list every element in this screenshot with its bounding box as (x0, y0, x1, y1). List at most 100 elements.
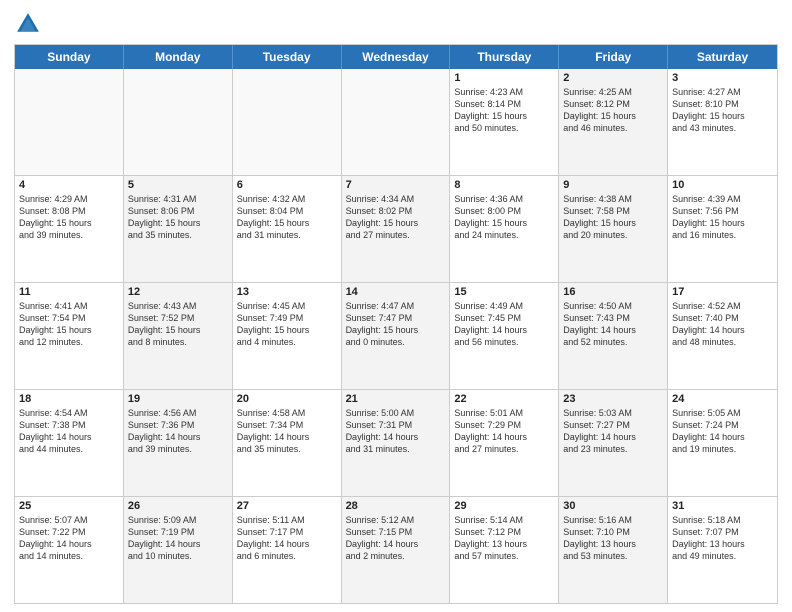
cell-info: Sunrise: 5:00 AM Sunset: 7:31 PM Dayligh… (346, 407, 446, 456)
cell-info: Sunrise: 4:32 AM Sunset: 8:04 PM Dayligh… (237, 193, 337, 242)
day-number: 24 (672, 393, 773, 405)
cal-cell-day-2: 2Sunrise: 4:25 AM Sunset: 8:12 PM Daylig… (559, 69, 668, 175)
day-number: 21 (346, 393, 446, 405)
cal-cell-day-26: 26Sunrise: 5:09 AM Sunset: 7:19 PM Dayli… (124, 497, 233, 603)
day-number: 27 (237, 500, 337, 512)
day-number: 20 (237, 393, 337, 405)
day-number: 12 (128, 286, 228, 298)
calendar-row-2: 4Sunrise: 4:29 AM Sunset: 8:08 PM Daylig… (15, 175, 777, 282)
day-number: 25 (19, 500, 119, 512)
cell-info: Sunrise: 4:36 AM Sunset: 8:00 PM Dayligh… (454, 193, 554, 242)
calendar-header: SundayMondayTuesdayWednesdayThursdayFrid… (15, 45, 777, 69)
cal-cell-day-4: 4Sunrise: 4:29 AM Sunset: 8:08 PM Daylig… (15, 176, 124, 282)
weekday-header-monday: Monday (124, 45, 233, 69)
cell-info: Sunrise: 5:18 AM Sunset: 7:07 PM Dayligh… (672, 514, 773, 563)
cal-cell-day-29: 29Sunrise: 5:14 AM Sunset: 7:12 PM Dayli… (450, 497, 559, 603)
cal-cell-day-11: 11 Sunrise: 4:41 AM Sunset: 7:54 PM Dayli… (15, 283, 124, 389)
cell-info: Sunrise: 4:47 AM Sunset: 7:47 PM Dayligh… (346, 300, 446, 349)
cal-cell-day-25: 25 Sunrise: 5:07 AM Sunset: 7:22 PM Dayli… (15, 497, 124, 603)
cal-cell-day-5: 5 Sunrise: 4:31 AM Sunset: 8:06 PM Daylig… (124, 176, 233, 282)
cell-info: Sunrise: 5:12 AM Sunset: 7:15 PM Dayligh… (346, 514, 446, 563)
cal-cell-empty (15, 69, 124, 175)
cell-info: Sunrise: 4:23 AM Sunset: 8:14 PM Dayligh… (454, 86, 554, 135)
weekday-header-saturday: Saturday (668, 45, 777, 69)
day-number: 9 (563, 179, 663, 191)
day-number: 14 (346, 286, 446, 298)
day-number: 13 (237, 286, 337, 298)
page: SundayMondayTuesdayWednesdayThursdayFrid… (0, 0, 792, 612)
day-number: 16 (563, 286, 663, 298)
cell-info: Sunrise: 4:27 AM Sunset: 8:10 PM Dayligh… (672, 86, 773, 135)
cal-cell-day-21: 21 Sunrise: 5:00 AM Sunset: 7:31 PM Dayli… (342, 390, 451, 496)
cell-info: Sunrise: 4:58 AM Sunset: 7:34 PM Dayligh… (237, 407, 337, 456)
cal-cell-day-16: 16Sunrise: 4:50 AM Sunset: 7:43 PM Dayli… (559, 283, 668, 389)
weekday-header-thursday: Thursday (450, 45, 559, 69)
cell-info: Sunrise: 5:07 AM Sunset: 7:22 PM Dayligh… (19, 514, 119, 563)
cell-info: Sunrise: 4:41 AM Sunset: 7:54 PM Dayligh… (19, 300, 119, 349)
cal-cell-day-31: 31 Sunrise: 5:18 AM Sunset: 7:07 PM Dayli… (668, 497, 777, 603)
cell-info: Sunrise: 5:05 AM Sunset: 7:24 PM Dayligh… (672, 407, 773, 456)
cell-info: Sunrise: 5:14 AM Sunset: 7:12 PM Dayligh… (454, 514, 554, 563)
cal-cell-day-15: 15Sunrise: 4:49 AM Sunset: 7:45 PM Dayli… (450, 283, 559, 389)
weekday-header-friday: Friday (559, 45, 668, 69)
cal-cell-day-24: 24 Sunrise: 5:05 AM Sunset: 7:24 PM Dayli… (668, 390, 777, 496)
day-number: 18 (19, 393, 119, 405)
day-number: 3 (672, 72, 773, 84)
day-number: 10 (672, 179, 773, 191)
cal-cell-day-8: 8 Sunrise: 4:36 AM Sunset: 8:00 PM Daylig… (450, 176, 559, 282)
cal-cell-empty (124, 69, 233, 175)
day-number: 22 (454, 393, 554, 405)
cal-cell-empty (233, 69, 342, 175)
cell-info: Sunrise: 4:34 AM Sunset: 8:02 PM Dayligh… (346, 193, 446, 242)
cal-cell-day-23: 23 Sunrise: 5:03 AM Sunset: 7:27 PM Dayli… (559, 390, 668, 496)
day-number: 11 (19, 286, 119, 298)
cell-info: Sunrise: 4:49 AM Sunset: 7:45 PM Dayligh… (454, 300, 554, 349)
weekday-header-wednesday: Wednesday (342, 45, 451, 69)
cell-info: Sunrise: 4:38 AM Sunset: 7:58 PM Dayligh… (563, 193, 663, 242)
day-number: 5 (128, 179, 228, 191)
day-number: 6 (237, 179, 337, 191)
cal-cell-day-9: 9 Sunrise: 4:38 AM Sunset: 7:58 PM Daylig… (559, 176, 668, 282)
cal-cell-day-3: 3 Sunrise: 4:27 AM Sunset: 8:10 PM Daylig… (668, 69, 777, 175)
calendar-row-5: 25 Sunrise: 5:07 AM Sunset: 7:22 PM Dayli… (15, 496, 777, 603)
cell-info: Sunrise: 5:16 AM Sunset: 7:10 PM Dayligh… (563, 514, 663, 563)
logo-icon (14, 10, 42, 38)
calendar-body: 1Sunrise: 4:23 AM Sunset: 8:14 PM Daylig… (15, 69, 777, 603)
cell-info: Sunrise: 5:03 AM Sunset: 7:27 PM Dayligh… (563, 407, 663, 456)
day-number: 8 (454, 179, 554, 191)
cell-info: Sunrise: 5:01 AM Sunset: 7:29 PM Dayligh… (454, 407, 554, 456)
cal-cell-day-17: 17 Sunrise: 4:52 AM Sunset: 7:40 PM Dayli… (668, 283, 777, 389)
cell-info: Sunrise: 4:31 AM Sunset: 8:06 PM Dayligh… (128, 193, 228, 242)
day-number: 30 (563, 500, 663, 512)
calendar-row-3: 11 Sunrise: 4:41 AM Sunset: 7:54 PM Dayli… (15, 282, 777, 389)
cal-cell-day-13: 13 Sunrise: 4:45 AM Sunset: 7:49 PM Dayli… (233, 283, 342, 389)
cal-cell-empty (342, 69, 451, 175)
day-number: 31 (672, 500, 773, 512)
cell-info: Sunrise: 4:43 AM Sunset: 7:52 PM Dayligh… (128, 300, 228, 349)
cell-info: Sunrise: 4:45 AM Sunset: 7:49 PM Dayligh… (237, 300, 337, 349)
header (14, 10, 778, 38)
cal-cell-day-22: 22 Sunrise: 5:01 AM Sunset: 7:29 PM Dayli… (450, 390, 559, 496)
weekday-header-sunday: Sunday (15, 45, 124, 69)
cell-info: Sunrise: 5:11 AM Sunset: 7:17 PM Dayligh… (237, 514, 337, 563)
cal-cell-day-12: 12 Sunrise: 4:43 AM Sunset: 7:52 PM Dayli… (124, 283, 233, 389)
cell-info: Sunrise: 4:56 AM Sunset: 7:36 PM Dayligh… (128, 407, 228, 456)
cal-cell-day-7: 7 Sunrise: 4:34 AM Sunset: 8:02 PM Daylig… (342, 176, 451, 282)
cal-cell-day-19: 19 Sunrise: 4:56 AM Sunset: 7:36 PM Dayli… (124, 390, 233, 496)
day-number: 28 (346, 500, 446, 512)
cal-cell-day-18: 18 Sunrise: 4:54 AM Sunset: 7:38 PM Dayli… (15, 390, 124, 496)
day-number: 7 (346, 179, 446, 191)
cell-info: Sunrise: 4:52 AM Sunset: 7:40 PM Dayligh… (672, 300, 773, 349)
weekday-header-tuesday: Tuesday (233, 45, 342, 69)
cal-cell-day-14: 14 Sunrise: 4:47 AM Sunset: 7:47 PM Dayli… (342, 283, 451, 389)
cal-cell-day-30: 30 Sunrise: 5:16 AM Sunset: 7:10 PM Dayli… (559, 497, 668, 603)
day-number: 17 (672, 286, 773, 298)
day-number: 4 (19, 179, 119, 191)
cell-info: Sunrise: 4:54 AM Sunset: 7:38 PM Dayligh… (19, 407, 119, 456)
day-number: 23 (563, 393, 663, 405)
day-number: 26 (128, 500, 228, 512)
cal-cell-day-20: 20 Sunrise: 4:58 AM Sunset: 7:34 PM Dayli… (233, 390, 342, 496)
calendar-row-4: 18 Sunrise: 4:54 AM Sunset: 7:38 PM Dayli… (15, 389, 777, 496)
day-number: 19 (128, 393, 228, 405)
day-number: 2 (563, 72, 663, 84)
